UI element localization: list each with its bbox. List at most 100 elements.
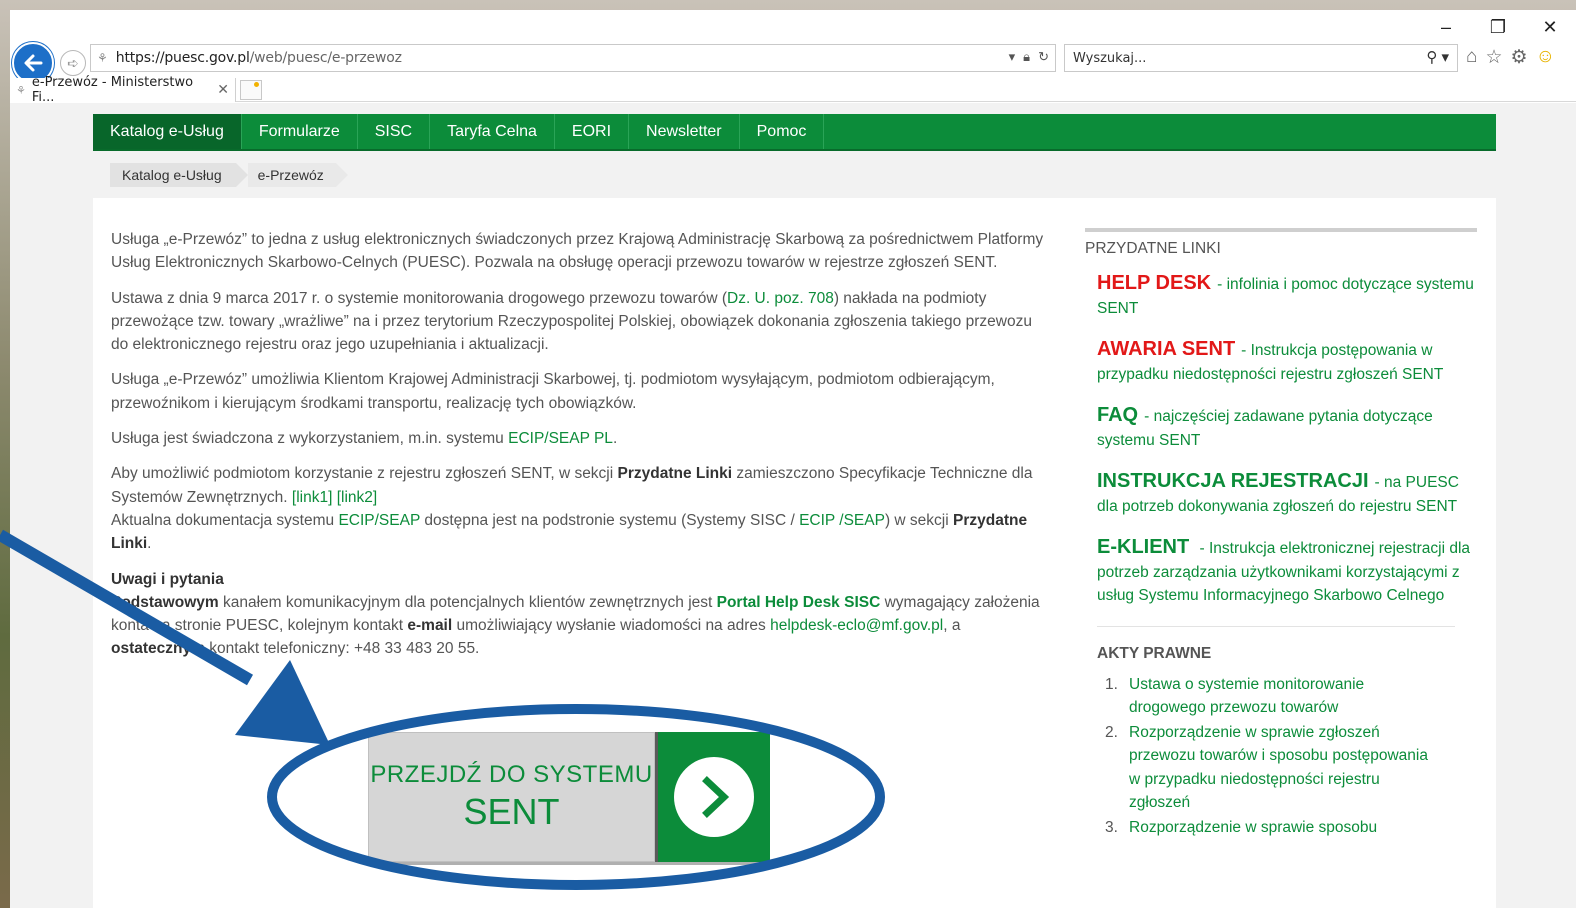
search-box[interactable]: ⚲ ▾ xyxy=(1064,44,1458,72)
smiley-icon[interactable]: ☺ xyxy=(1536,46,1555,69)
uwagi-heading: Uwagi i pytania xyxy=(111,570,224,588)
sidebar-item-instrukcja[interactable]: INSTRUKCJA REJESTRACJI - na PUESC dla pot… xyxy=(1097,470,1477,518)
docs-paragraph: Aktualna dokumentacja systemu ECIP/SEAP … xyxy=(111,509,1051,556)
ecip-seap-link-2[interactable]: ECIP /SEAP xyxy=(799,512,885,529)
close-tab-icon[interactable]: ✕ xyxy=(217,82,229,98)
search-input[interactable] xyxy=(1073,50,1393,66)
restore-button[interactable]: ❐ xyxy=(1472,10,1524,44)
uwagi-bold-1: Podstawowym xyxy=(111,593,219,611)
main-menu: Katalog e-Usług Formularze SISC Taryfa C… xyxy=(93,114,1496,151)
go-to-sent-line1: PRZEJDŹ DO SYSTEMU xyxy=(370,761,653,788)
arrow-left-icon xyxy=(24,54,43,72)
arrow-right-icon: ➪ xyxy=(67,54,79,71)
system-text-b: . xyxy=(612,430,618,448)
breadcrumb-katalog[interactable]: Katalog e-Usług xyxy=(110,163,248,187)
home-icon[interactable]: ⌂ xyxy=(1466,46,1477,69)
chevron-right-icon xyxy=(702,776,730,818)
menu-item-taryfa[interactable]: Taryfa Celna xyxy=(430,114,555,149)
go-to-sent-label[interactable]: PRZEJDŹ DO SYSTEMU SENT xyxy=(368,732,655,862)
star-icon[interactable]: ☆ xyxy=(1485,46,1502,69)
sidebar-item-e-klient[interactable]: E-KLIENT - Instrukcja elektronicznej rej… xyxy=(1097,536,1477,608)
act-item[interactable]: 1. Ustawa o systemie monitorowanie drogow… xyxy=(1105,673,1477,720)
spec-bold: Przydatne Linki xyxy=(617,465,733,483)
system-text-a: Usługa jest świadczona z wykorzystaniem,… xyxy=(111,430,509,448)
sidebar-divider xyxy=(1097,625,1455,627)
law-paragraph: Ustawa z dnia 9 marca 2017 r. o systemie… xyxy=(111,287,1051,357)
sidebar-item-faq[interactable]: FAQ - najczęściej zadawane pytania dotycz… xyxy=(1097,404,1477,452)
browser-toolbar: ⌂ ☆ ⚙ ☺ xyxy=(1466,46,1555,69)
system-paragraph: Usługa jest świadczona z wykorzystaniem,… xyxy=(111,427,1051,450)
tab-title: e-Przewóz - Ministerstwo Fi... xyxy=(31,75,194,105)
breadcrumb: Katalog e-Usług e-Przewóz xyxy=(110,163,348,187)
sidebar-item-awaria[interactable]: AWARIA SENT - Instrukcja postępowania w p… xyxy=(1097,338,1477,386)
tab-strip: ⚘ e-Przewóz - Ministerstwo Fi... ✕ xyxy=(10,75,1576,105)
spec-paragraph: Aby umożliwić podmiotom korzystanie z re… xyxy=(111,462,1051,509)
address-bar[interactable]: ⚘ https://puesc.gov.pl/web/puesc/e-przew… xyxy=(90,44,1056,72)
uwagi-text-a: kanałem komunikacyjnym dla potencjalnych… xyxy=(218,593,717,611)
go-to-sent-arrow[interactable] xyxy=(655,732,770,862)
window-controls: – ❐ ✕ xyxy=(1420,10,1576,44)
uwagi-section: Uwagi i pytania Podstawowym kanałem komun… xyxy=(111,568,1051,661)
breadcrumb-current: e-Przewóz xyxy=(247,163,348,187)
uwagi-text-c: umożliwiający wysłanie wiadomości na adr… xyxy=(452,617,771,635)
help-desk-portal-link[interactable]: Portal Help Desk SISC xyxy=(717,594,881,611)
chevron-circle xyxy=(674,757,754,837)
clients-paragraph: Usługa „e-Przewóz” umożliwia Klientom Kr… xyxy=(111,371,995,412)
docs-text-a: Aktualna dokumentacja systemu xyxy=(111,511,339,529)
menu-item-eori[interactable]: EORI xyxy=(555,114,630,149)
link2[interactable]: [link2] xyxy=(337,489,378,506)
uwagi-bold-2: e-mail xyxy=(407,617,453,635)
close-window-button[interactable]: ✕ xyxy=(1524,10,1576,44)
law-link[interactable]: Dz. U. poz. 708 xyxy=(727,290,834,307)
browser-window: – ❐ ✕ ➪ ⚘ https://puesc.gov.pl/web/puesc… xyxy=(10,10,1576,908)
tab-favicon-icon: ⚘ xyxy=(16,83,26,97)
spec-text-a: Aby umożliwić podmiotom korzystanie z re… xyxy=(111,465,618,483)
act-item[interactable]: 2. Rozporządzenie w sprawie zgłoszeń prze… xyxy=(1105,721,1477,815)
link1[interactable]: [link1] xyxy=(292,489,333,506)
act-item[interactable]: 3. Rozporządzenie w sprawie sposobu xyxy=(1105,816,1477,840)
menu-item-sisc[interactable]: SISC xyxy=(358,114,431,149)
page-viewport: Katalog e-Usług Formularze SISC Taryfa C… xyxy=(10,103,1576,908)
e-klient-keyword[interactable]: E-KLIENT xyxy=(1097,536,1189,558)
url-host: https://puesc.gov.pl xyxy=(115,50,250,66)
acts-list: 1. Ustawa o systemie monitorowanie drogow… xyxy=(1097,673,1477,840)
act-link[interactable]: Rozporządzenie w sprawie sposobu xyxy=(1129,819,1377,836)
menu-item-newsletter[interactable]: Newsletter xyxy=(629,114,740,149)
docs-text-b: dostępna jest na podstronie systemu (Sys… xyxy=(420,511,800,529)
address-tools: ▾ 🔒︎ ↻ xyxy=(1009,49,1049,65)
menu-item-formularze[interactable]: Formularze xyxy=(242,114,358,149)
tab-e-przewoz[interactable]: ⚘ e-Przewóz - Ministerstwo Fi... ✕ xyxy=(10,75,236,105)
new-tab-button[interactable] xyxy=(240,80,262,100)
useful-links-heading: PRZYDATNE LINKI xyxy=(1085,240,1221,257)
sidebar-rule xyxy=(1085,228,1477,232)
faq-text[interactable]: - najczęściej zadawane pytania dotyczące… xyxy=(1097,408,1433,449)
act-number: 3. xyxy=(1105,818,1118,836)
helpdesk-email-link[interactable]: helpdesk-eclo@mf.gov.pl xyxy=(770,617,943,634)
docs-text-c: ) w sekcji xyxy=(884,511,953,529)
act-number: 1. xyxy=(1105,675,1118,693)
menu-item-pomoc[interactable]: Pomoc xyxy=(740,114,825,149)
sidebar-item-help-desk[interactable]: HELP DESK - infolinia i pomoc dotyczące s… xyxy=(1097,272,1477,320)
site-icon: ⚘ xyxy=(97,51,108,65)
act-link[interactable]: Ustawa o systemie monitorowanie drogoweg… xyxy=(1129,676,1364,717)
instrukcja-keyword[interactable]: INSTRUKCJA REJESTRACJI xyxy=(1097,470,1369,492)
menu-item-katalog[interactable]: Katalog e-Usług xyxy=(93,114,242,149)
help-desk-keyword[interactable]: HELP DESK xyxy=(1097,272,1211,294)
ecip-seap-link[interactable]: ECIP/SEAP xyxy=(338,512,420,529)
awaria-keyword[interactable]: AWARIA SENT xyxy=(1097,338,1235,360)
faq-keyword[interactable]: FAQ xyxy=(1097,404,1138,426)
minimize-button[interactable]: – xyxy=(1420,10,1472,44)
gear-icon[interactable]: ⚙ xyxy=(1511,46,1528,69)
lock-icon[interactable]: 🔒︎ xyxy=(1023,49,1030,65)
main-content: Usługa „e-Przewóz” to jedna z usług elek… xyxy=(111,228,1051,673)
acts-heading: AKTY PRAWNE xyxy=(1097,644,1212,662)
address-url[interactable]: https://puesc.gov.pl/web/puesc/e-przewoz xyxy=(116,50,402,66)
act-link[interactable]: Rozporządzenie w sprawie zgłoszeń przewo… xyxy=(1129,724,1428,812)
ecip-seap-pl-link[interactable]: ECIP/SEAP PL xyxy=(508,430,613,447)
dropdown-icon[interactable]: ▾ xyxy=(1009,49,1016,65)
refresh-icon[interactable]: ↻ xyxy=(1038,49,1049,65)
search-icon[interactable]: ⚲ ▾ xyxy=(1426,48,1449,66)
law-text-a: Ustawa z dnia 9 marca 2017 r. o systemie… xyxy=(111,289,727,307)
forward-button[interactable]: ➪ xyxy=(60,50,86,76)
go-to-sent-button[interactable]: PRZEJDŹ DO SYSTEMU SENT xyxy=(368,732,770,862)
